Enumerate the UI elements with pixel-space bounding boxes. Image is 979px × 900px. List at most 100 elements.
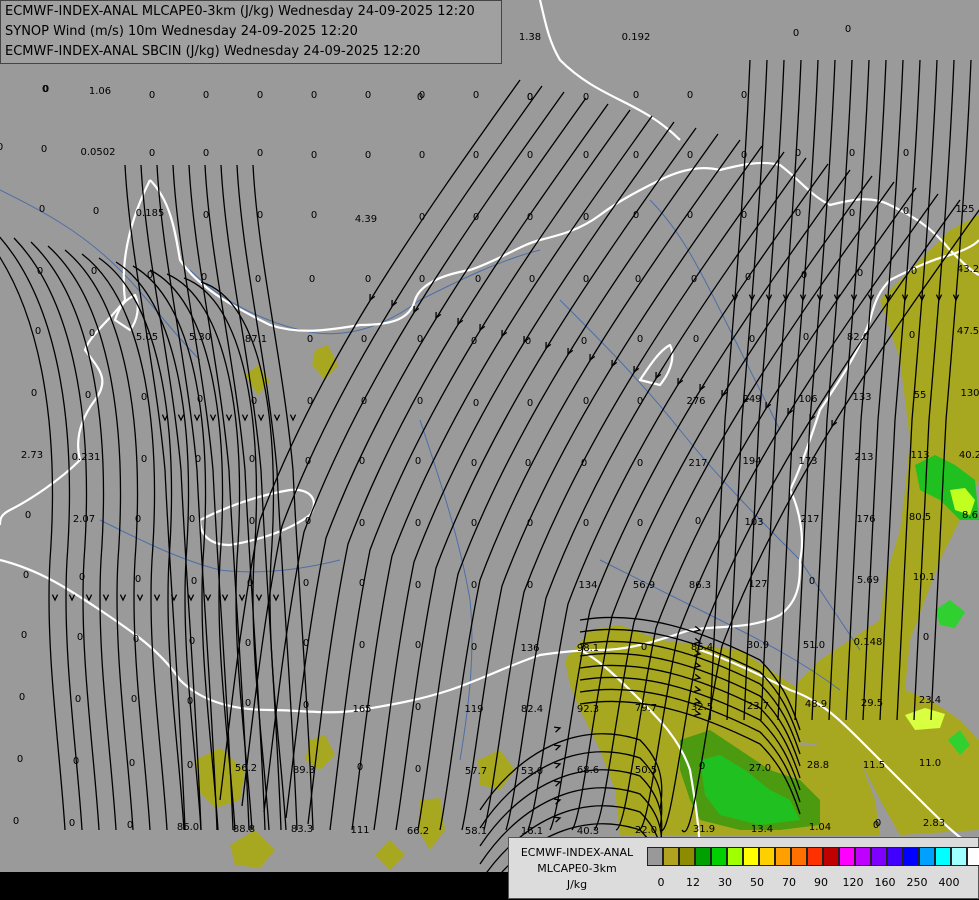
- value-label: 86.4: [691, 642, 713, 653]
- value-label-zero: 0: [73, 756, 79, 767]
- value-label: 56.9: [633, 580, 655, 591]
- value-label-zero: 0: [303, 578, 309, 589]
- value-label-zero: 0: [147, 270, 153, 281]
- value-label-zero: 0: [415, 456, 421, 467]
- value-label: 50.5: [635, 765, 657, 776]
- value-label: 111: [350, 825, 369, 836]
- value-label-zero: 0: [359, 578, 365, 589]
- value-label-zero: 0: [31, 388, 37, 399]
- value-label-zero: 0: [583, 150, 589, 161]
- value-label-zero: 0: [637, 518, 643, 529]
- legend-tick-label: 400: [938, 876, 960, 889]
- value-label-zero: 0: [35, 326, 41, 337]
- value-label-zero: 0: [189, 514, 195, 525]
- value-label-zero: 0: [415, 518, 421, 529]
- value-label: 176: [856, 514, 875, 525]
- value-label-zero: 0: [909, 330, 915, 341]
- value-label-zero: 0: [91, 266, 97, 277]
- value-label: 28.8: [807, 760, 829, 771]
- value-label: 5.05: [136, 332, 158, 343]
- value-label-zero: 0: [419, 274, 425, 285]
- value-label: 103: [744, 517, 763, 528]
- value-label: 30.9: [747, 640, 769, 651]
- value-label-zero: 0: [25, 510, 31, 521]
- value-label-zero: 0: [245, 638, 251, 649]
- header-line-2: SYNOP Wind (m/s) 10m Wednesday 24-09-202…: [5, 24, 358, 39]
- value-label-zero: 0: [415, 702, 421, 713]
- header-box: ECMWF-INDEX-ANAL MLCAPE0-3km (J/kg) Wedn…: [0, 0, 502, 64]
- value-label-zero: 0: [419, 90, 425, 101]
- legend-swatch: [919, 847, 935, 866]
- value-label-zero: 0: [525, 458, 531, 469]
- value-label-zero: 0: [741, 150, 747, 161]
- value-label: 106: [798, 394, 817, 405]
- value-label-zero: 0: [131, 694, 137, 705]
- value-label-zero: 0: [187, 760, 193, 771]
- value-label: 79.7: [635, 703, 657, 714]
- value-label-zero: 0: [307, 334, 313, 345]
- legend-swatch: [839, 847, 855, 866]
- value-label: 43.2: [957, 264, 979, 275]
- value-label: 130: [960, 388, 979, 399]
- value-label-zero: 0: [471, 458, 477, 469]
- value-label: 11.5: [863, 760, 885, 771]
- value-label-zero: 0: [699, 761, 705, 772]
- value-label-zero: 0: [311, 150, 317, 161]
- value-label-zero: 0: [583, 274, 589, 285]
- value-label: 58.1: [465, 826, 487, 837]
- value-label: 0.192: [622, 32, 651, 43]
- value-label: 249: [742, 394, 761, 405]
- value-label-zero: 0: [133, 634, 139, 645]
- legend-tick-label: 120: [842, 876, 864, 889]
- header-line-3: ECMWF-INDEX-ANAL SBCIN (J/kg) Wednesday …: [5, 44, 421, 59]
- value-label-zero: 0: [19, 692, 25, 703]
- value-label-zero: 0: [741, 90, 747, 101]
- legend-tick-label: 90: [814, 876, 828, 889]
- value-label-zero: 0: [473, 150, 479, 161]
- value-label: 88.8: [233, 824, 255, 835]
- value-label-zero: 0: [849, 148, 855, 159]
- value-label-zero: 0: [247, 578, 253, 589]
- value-label: 40.3: [577, 826, 599, 837]
- value-label-zero: 0: [471, 336, 477, 347]
- value-label-zero: 0: [529, 274, 535, 285]
- value-label-zero: 0: [89, 328, 95, 339]
- value-label-zero: 0: [687, 90, 693, 101]
- value-label-zero: 0: [473, 398, 479, 409]
- value-label-zero: 0: [303, 700, 309, 711]
- value-label-zero: 0: [127, 820, 133, 831]
- legend-title-2: MLCAPE0-3km: [537, 862, 617, 875]
- value-label-zero: 0: [473, 212, 479, 223]
- value-label-zero: 0: [141, 392, 147, 403]
- legend-swatch: [871, 847, 887, 866]
- value-label: 92.3: [577, 704, 599, 715]
- legend-swatch: [711, 847, 727, 866]
- value-label: 217: [688, 458, 707, 469]
- value-label-zero: 0: [365, 274, 371, 285]
- value-label-zero: 0: [525, 336, 531, 347]
- value-label: 89.3: [293, 765, 315, 776]
- legend-swatch: [791, 847, 807, 866]
- value-label-zero: 0: [473, 90, 479, 101]
- value-label-zero: 0: [745, 272, 751, 283]
- value-label-zero: 0: [191, 576, 197, 587]
- value-label: 0: [845, 24, 851, 35]
- value-label: 1.04: [809, 822, 831, 833]
- value-label-zero: 0: [583, 212, 589, 223]
- value-label-zero: 0: [633, 150, 639, 161]
- value-label-zero: 0: [527, 150, 533, 161]
- legend-swatch: [935, 847, 951, 866]
- value-label-zero: 0: [903, 206, 909, 217]
- weather-map: 1.38 0.192 0 0 1.06 0 0 0 0.0502 4.39 0.185 125 43.2…: [0, 0, 979, 900]
- value-label-zero: 0: [637, 334, 643, 345]
- value-label: 0: [793, 28, 799, 39]
- value-label-zero: 0: [0, 142, 3, 153]
- value-label: 8.6: [962, 510, 978, 521]
- value-label-zero: 0: [357, 762, 363, 773]
- value-label-zero: 0: [303, 638, 309, 649]
- value-label-zero: 0: [359, 640, 365, 651]
- value-label-zero: 0: [687, 210, 693, 221]
- value-label-zero: 0: [471, 580, 477, 591]
- value-label-zero: 0: [197, 394, 203, 405]
- value-label: 136: [520, 643, 539, 654]
